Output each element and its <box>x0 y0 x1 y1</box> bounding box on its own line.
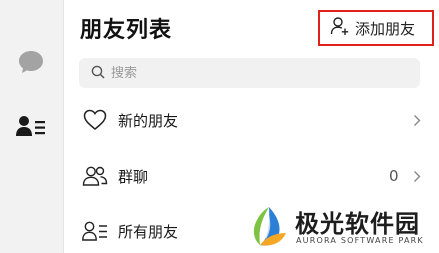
search-bar[interactable] <box>79 58 420 88</box>
add-friend-button[interactable]: 添加朋友 <box>318 10 434 46</box>
site-watermark: 极光软件园 AURORA SOFTWARE PARK <box>243 200 439 253</box>
list-item-label: 所有朋友 <box>118 222 179 241</box>
group-icon <box>82 163 108 189</box>
contacts-list-icon[interactable] <box>15 110 47 142</box>
watermark-subtitle: AURORA SOFTWARE PARK <box>296 236 424 245</box>
search-icon <box>91 64 105 83</box>
search-input[interactable] <box>111 65 391 81</box>
left-nav-rail <box>0 0 63 253</box>
chevron-right-icon <box>411 169 423 183</box>
group-count: 0 <box>389 167 399 185</box>
list-item-label: 新的朋友 <box>118 111 179 130</box>
watermark-title: 极光软件园 <box>295 210 420 238</box>
contacts-list-icon <box>82 218 108 244</box>
list-item-group-chats[interactable]: 群聊 0 <box>64 150 439 202</box>
add-person-icon <box>330 16 350 40</box>
chevron-right-icon <box>411 113 423 127</box>
page-title: 朋友列表 <box>80 18 173 43</box>
list-item-new-friends[interactable]: 新的朋友 <box>64 94 439 146</box>
add-friend-label: 添加朋友 <box>355 19 416 38</box>
heart-icon <box>82 107 108 133</box>
list-item-label: 群聊 <box>118 167 149 186</box>
chat-bubble-icon[interactable] <box>15 46 47 78</box>
aurora-logo-icon <box>248 205 290 249</box>
